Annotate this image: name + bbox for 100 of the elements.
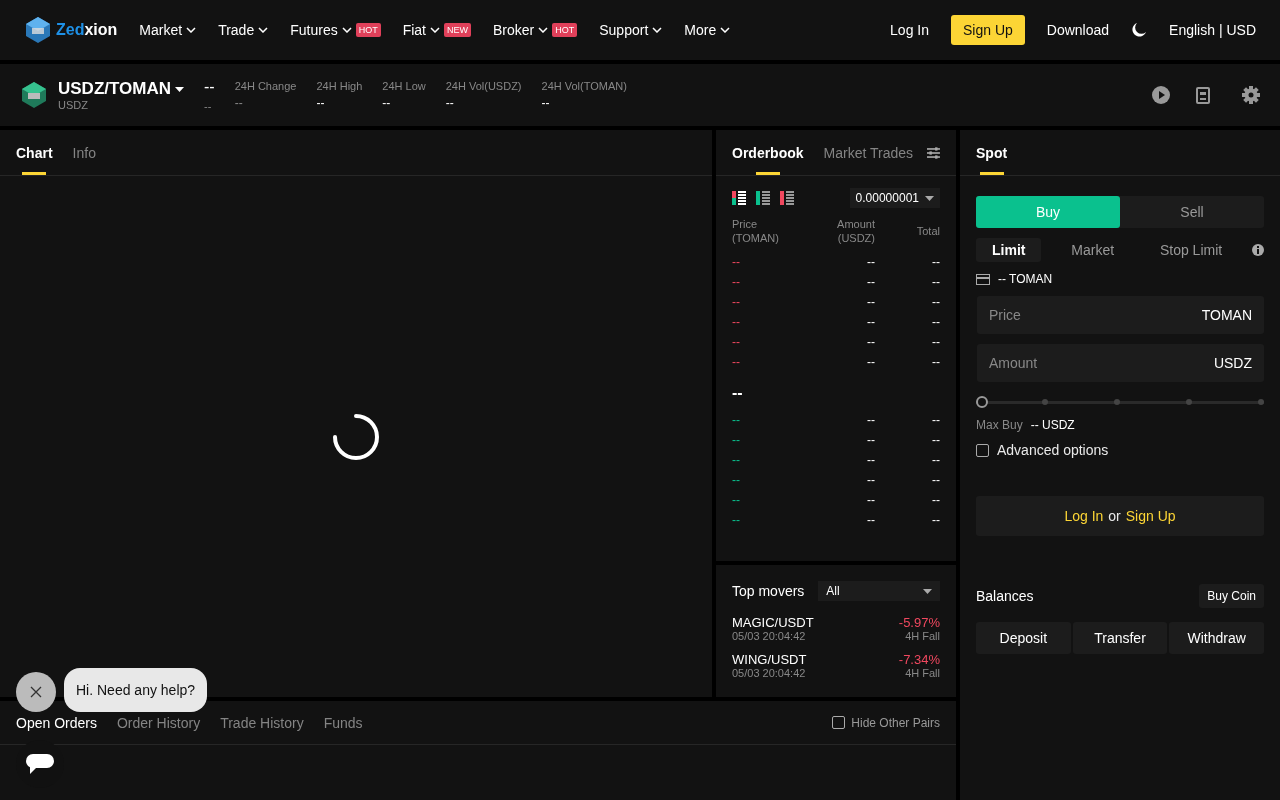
spot-tab[interactable]: Spot xyxy=(976,130,1008,175)
nav-badge: HOT xyxy=(355,23,381,37)
loading-spinner-icon xyxy=(331,411,381,462)
chart-tab[interactable]: Chart xyxy=(16,130,53,175)
orders-tab[interactable]: Funds xyxy=(323,714,363,731)
balance-action-button[interactable]: Transfer xyxy=(1072,622,1168,654)
caret-down-icon xyxy=(175,86,184,92)
price-sub-value: -- xyxy=(204,100,213,112)
orderbook-cell: -- xyxy=(867,493,875,507)
chevron-down-icon xyxy=(720,27,731,33)
document-icon[interactable] xyxy=(1196,86,1210,104)
settings-icon[interactable] xyxy=(1242,86,1260,104)
orders-tab[interactable]: Trade History xyxy=(220,714,304,731)
stat-value: -- xyxy=(445,96,455,110)
orderbook-tab[interactable]: Orderbook xyxy=(732,130,804,175)
coin-logo-icon xyxy=(20,81,48,109)
advanced-options-checkbox[interactable] xyxy=(976,443,989,457)
order-type-tab[interactable]: Market xyxy=(1055,238,1131,262)
stat-value: -- xyxy=(382,96,392,110)
order-list-icon[interactable] xyxy=(732,191,746,205)
hide-pairs-checkbox[interactable] xyxy=(832,716,846,729)
precision-select[interactable]: 0.00000001 xyxy=(849,188,940,208)
orderbook-tab[interactable]: Market Trades xyxy=(823,130,914,175)
base-asset-label: USDZ xyxy=(58,99,89,111)
orderbook-cell: -- xyxy=(932,473,940,487)
download-link[interactable]: Download xyxy=(1046,22,1110,38)
moon-icon[interactable] xyxy=(1131,22,1148,38)
nav-menu-item[interactable]: Futures HOT xyxy=(290,22,381,38)
close-icon xyxy=(30,686,42,698)
order-list-icon[interactable] xyxy=(780,191,794,205)
sliders-icon[interactable] xyxy=(927,145,940,160)
balance-action-button[interactable]: Deposit xyxy=(976,622,1071,654)
trading-pair-selector[interactable]: USDZ/TOMAN xyxy=(58,79,184,99)
orderbook-cell: -- xyxy=(867,433,875,447)
nav-menu-item[interactable]: Trade xyxy=(218,22,269,38)
orderbook-cell: -- xyxy=(932,513,940,527)
column-header: Price (TOMAN) xyxy=(732,217,780,245)
chevron-down-icon xyxy=(186,27,197,33)
movers-filter-select[interactable]: All xyxy=(818,581,940,601)
nav-menu-item[interactable]: More xyxy=(684,22,731,38)
or-text: or xyxy=(1108,508,1121,524)
signup-button[interactable]: Sign Up xyxy=(951,15,1025,45)
nav-menu-item[interactable]: Fiat NEW xyxy=(402,22,471,38)
mover-pair[interactable]: MAGIC/USDT xyxy=(732,615,814,630)
chevron-down-icon xyxy=(652,27,663,33)
info-icon[interactable] xyxy=(1252,244,1264,256)
orderbook-cell: -- xyxy=(932,355,940,369)
orderbook-cell: -- xyxy=(932,275,940,289)
balance-action-button[interactable]: Withdraw xyxy=(1169,622,1264,654)
orderbook-cell: -- xyxy=(867,255,875,269)
side-button[interactable]: Sell xyxy=(1120,196,1264,228)
orderbook-cell: -- xyxy=(867,295,875,309)
ask-price: -- xyxy=(732,355,740,369)
chat-message: Hi. Need any help? xyxy=(64,668,208,712)
stat-label: 24H Vol(USDZ) xyxy=(445,80,522,92)
wallet-card-icon xyxy=(976,273,990,285)
chevron-down-icon xyxy=(430,27,440,33)
signup-link[interactable]: Sign Up xyxy=(1125,508,1176,524)
buy-coin-button[interactable]: Buy Coin xyxy=(1199,584,1264,608)
orderbook-cell: -- xyxy=(867,275,875,289)
stat-label: 24H High xyxy=(316,80,363,92)
hide-pairs-label: Hide Other Pairs xyxy=(851,715,940,730)
orderbook-cell: -- xyxy=(932,453,940,467)
advanced-options-label: Advanced options xyxy=(997,442,1109,458)
play-icon[interactable] xyxy=(1152,86,1170,104)
last-price: -- xyxy=(204,78,215,96)
mover-change: -5.97% xyxy=(898,615,940,630)
ask-price: -- xyxy=(732,255,740,269)
nav-menu-item[interactable]: Market xyxy=(139,22,197,38)
unit-label: TOMAN xyxy=(1201,307,1252,323)
speech-bubble-icon xyxy=(26,752,54,776)
column-header: Total xyxy=(916,224,940,238)
mover-pair[interactable]: WING/USDT xyxy=(732,652,807,667)
orderbook-cell: -- xyxy=(932,493,940,507)
order-list-icon[interactable] xyxy=(756,191,770,205)
bid-price: -- xyxy=(732,413,740,427)
orderbook-cell: -- xyxy=(867,413,875,427)
chart-tab[interactable]: Info xyxy=(72,130,96,175)
caret-down-icon xyxy=(923,588,932,594)
orders-tab[interactable]: Open Orders xyxy=(16,714,97,731)
language-currency-link[interactable]: English | USD xyxy=(1169,22,1256,38)
bid-price: -- xyxy=(732,433,740,447)
order-type-tab[interactable]: Limit xyxy=(976,238,1042,262)
orderbook-cell: -- xyxy=(867,355,875,369)
balances-title: Balances xyxy=(976,588,1034,604)
stat-value: -- xyxy=(316,96,326,110)
bid-price: -- xyxy=(732,513,740,527)
mover-label: 4H Fall xyxy=(905,667,940,679)
orders-tab[interactable]: Order History xyxy=(116,714,201,731)
mover-change: -7.34% xyxy=(898,652,940,667)
nav-menu-item[interactable]: Broker HOT xyxy=(493,22,578,38)
chevron-down-icon xyxy=(258,27,269,33)
login-link[interactable]: Log In xyxy=(890,22,929,38)
amount-slider-thumb[interactable] xyxy=(976,396,988,408)
login-link[interactable]: Log In xyxy=(1064,508,1104,524)
order-type-tab[interactable]: Stop Limit xyxy=(1143,238,1239,262)
cube-logo-icon xyxy=(24,16,52,44)
orderbook-cell: -- xyxy=(932,335,940,349)
nav-badge: NEW xyxy=(444,23,471,37)
nav-menu-item[interactable]: Support xyxy=(599,22,663,38)
